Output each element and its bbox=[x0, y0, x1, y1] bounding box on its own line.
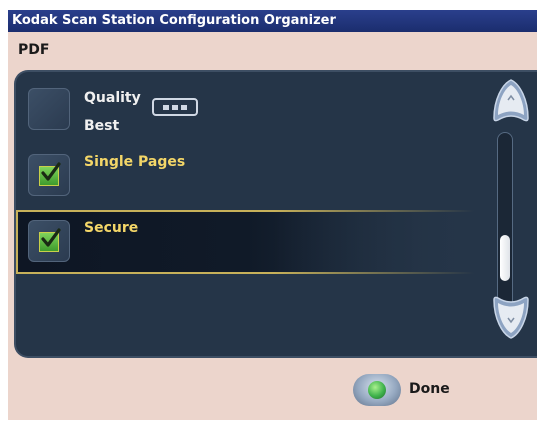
app-frame: Kodak Scan Station Configuration Organiz… bbox=[0, 0, 537, 420]
scroll-down-icon[interactable] bbox=[492, 290, 530, 340]
done-button[interactable]: Done bbox=[353, 374, 473, 406]
done-label: Done bbox=[409, 381, 450, 397]
option-quality[interactable]: Quality Best bbox=[16, 80, 474, 138]
checkmark-icon bbox=[41, 228, 61, 247]
scroll-up-icon[interactable] bbox=[492, 78, 530, 128]
checkmark-icon bbox=[41, 162, 61, 181]
options-panel: Quality Best Single Pages Secure bbox=[14, 70, 537, 358]
footer-bar: Done bbox=[8, 364, 537, 420]
main-window: PDF Quality Best Single Pages Secure Don… bbox=[8, 32, 537, 420]
window-title: Kodak Scan Station Configuration Organiz… bbox=[8, 10, 537, 32]
option-value: Best bbox=[84, 118, 120, 134]
done-icon bbox=[353, 374, 401, 406]
quality-checkbox[interactable] bbox=[28, 88, 70, 130]
option-label: Quality bbox=[84, 90, 141, 106]
more-options-icon bbox=[163, 105, 169, 110]
option-single-pages[interactable]: Single Pages bbox=[16, 146, 474, 204]
section-title: PDF bbox=[18, 42, 50, 58]
option-label: Single Pages bbox=[84, 154, 186, 170]
scrollbar-thumb[interactable] bbox=[500, 235, 510, 281]
option-secure[interactable]: Secure bbox=[16, 210, 474, 274]
more-options-icon-dot bbox=[172, 105, 178, 110]
single-pages-checkbox[interactable] bbox=[28, 154, 70, 196]
secure-checkbox[interactable] bbox=[28, 220, 70, 262]
more-options-button[interactable] bbox=[152, 98, 198, 116]
option-label: Secure bbox=[84, 220, 139, 236]
more-options-icon-dot bbox=[181, 105, 187, 110]
